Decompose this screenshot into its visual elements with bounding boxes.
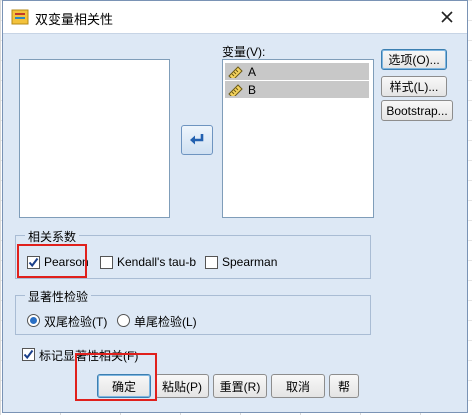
variable-item[interactable]: A xyxy=(225,63,369,80)
bootstrap-button[interactable]: Bootstrap... xyxy=(381,100,453,121)
variables-list[interactable]: A B xyxy=(222,59,374,218)
spearman-checkbox[interactable] xyxy=(205,256,218,269)
two-tailed-radio[interactable] xyxy=(27,314,40,327)
style-button[interactable]: 样式(L)... xyxy=(381,76,447,97)
one-tailed-radio[interactable] xyxy=(117,314,130,327)
ruler-icon xyxy=(228,83,243,96)
cancel-button[interactable]: 取消 xyxy=(271,374,325,398)
options-button[interactable]: 选项(O)... xyxy=(381,49,447,70)
close-icon xyxy=(441,11,453,23)
arrow-right-icon xyxy=(190,134,204,145)
correlation-group-title: 相关系数 xyxy=(25,228,80,245)
close-button[interactable] xyxy=(437,7,457,27)
help-button[interactable]: 帮 xyxy=(329,374,359,398)
significance-group-title: 显著性检验 xyxy=(25,288,92,305)
kendall-label[interactable]: Kendall's tau-b xyxy=(117,255,196,269)
spearman-label[interactable]: Spearman xyxy=(222,255,277,269)
app-icon xyxy=(11,9,29,25)
reset-button[interactable]: 重置(R) xyxy=(213,374,267,398)
variable-name: B xyxy=(248,82,257,97)
variables-label: 变量(V): xyxy=(222,45,266,59)
bivariate-correlation-dialog: 双变量相关性 变量(V): A B 选项(O)... 样式(L)... Boot… xyxy=(2,0,468,413)
flag-significant-checkbox[interactable] xyxy=(22,348,35,361)
kendall-checkbox[interactable] xyxy=(100,256,113,269)
check-icon xyxy=(23,349,34,360)
source-variable-list[interactable] xyxy=(19,59,170,218)
two-tailed-label[interactable]: 双尾检验(T) xyxy=(44,313,107,330)
paste-button[interactable]: 粘贴(P) xyxy=(155,374,209,398)
ruler-icon xyxy=(228,65,243,78)
variable-item[interactable]: B xyxy=(225,81,369,98)
one-tailed-label[interactable]: 单尾检验(L) xyxy=(134,313,197,330)
variable-name: A xyxy=(248,64,257,79)
pearson-highlight-annotation xyxy=(17,244,87,278)
dialog-title: 双变量相关性 xyxy=(35,12,114,27)
ok-highlight-annotation xyxy=(75,353,157,401)
move-variable-button[interactable] xyxy=(181,125,213,155)
title-bar[interactable]: 双变量相关性 xyxy=(3,1,467,34)
